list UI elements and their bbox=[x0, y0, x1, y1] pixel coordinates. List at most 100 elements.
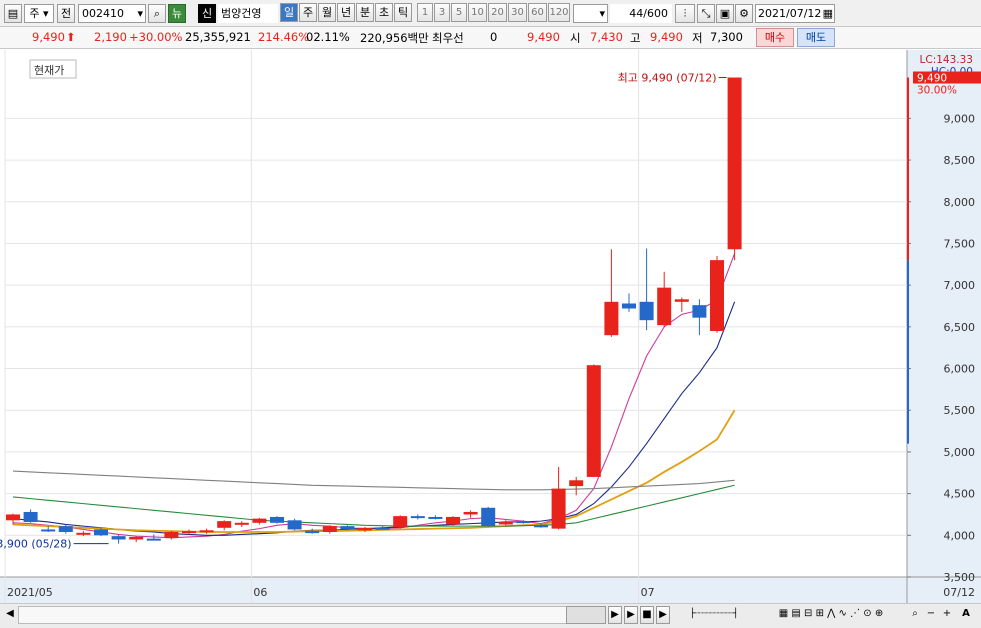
y-tick-label: 6,500 bbox=[944, 321, 976, 334]
candle-body[interactable] bbox=[586, 365, 601, 477]
interval-button-1[interactable]: 1 bbox=[417, 3, 433, 22]
lc-label: LC:143.33 bbox=[920, 54, 973, 66]
minus-icon[interactable]: − bbox=[924, 606, 938, 624]
market-mode-select[interactable]: 주 ▾ bbox=[24, 4, 54, 23]
candle-body[interactable] bbox=[551, 488, 566, 529]
high-price: 9,490 bbox=[650, 30, 683, 44]
calendar-icon[interactable]: ▦ bbox=[823, 5, 833, 22]
plus-icon[interactable]: + bbox=[940, 606, 954, 624]
candle-body[interactable] bbox=[674, 299, 689, 302]
auto-scale-icon[interactable]: A bbox=[958, 606, 974, 624]
tab-period-1[interactable]: 주 bbox=[299, 3, 317, 22]
chevron-down-icon[interactable]: ▾ bbox=[137, 5, 143, 22]
chart-type-icons[interactable]: ▦ ▤ ⊟ ⊞ ⋀ ∿ ⋰ ⊙ ⊕ bbox=[756, 606, 906, 624]
y-tick-label: 8,500 bbox=[944, 154, 976, 167]
candle-body[interactable] bbox=[428, 516, 443, 519]
candle-body[interactable] bbox=[94, 529, 108, 536]
candle-body[interactable] bbox=[287, 520, 302, 530]
candle-body[interactable] bbox=[6, 514, 20, 521]
candle-body[interactable] bbox=[217, 521, 232, 528]
candle-body[interactable] bbox=[23, 511, 38, 522]
interval-button-30[interactable]: 30 bbox=[508, 3, 527, 22]
interval-custom-select[interactable]: ▾ bbox=[573, 4, 608, 23]
candle-body[interactable] bbox=[498, 521, 513, 525]
candle-body[interactable] bbox=[41, 529, 56, 532]
interval-button-3[interactable]: 3 bbox=[434, 3, 450, 22]
tab-period-2[interactable]: 월 bbox=[318, 3, 336, 22]
candle-body[interactable] bbox=[164, 531, 179, 538]
open-price: 7,430 bbox=[590, 30, 623, 44]
interval-button-120[interactable]: 120 bbox=[548, 3, 570, 22]
candle-body[interactable] bbox=[146, 538, 161, 541]
candle-body[interactable] bbox=[129, 536, 144, 540]
zoom-out-icon[interactable]: ⌕ bbox=[908, 606, 922, 624]
tab-period-0[interactable]: 일 bbox=[280, 3, 298, 22]
search-icon[interactable]: ⌕ bbox=[148, 4, 166, 23]
scroll-left-icon[interactable]: ◀ bbox=[4, 606, 16, 624]
count-field[interactable]: 44/600 bbox=[610, 4, 672, 23]
candle-body[interactable] bbox=[358, 527, 372, 531]
x-tick-label: 2021/05 bbox=[7, 586, 53, 599]
candle-body[interactable] bbox=[569, 480, 584, 487]
stock-code-input[interactable]: 002410 ▾ bbox=[78, 4, 146, 23]
candle-body[interactable] bbox=[639, 301, 654, 321]
tab-period-6[interactable]: 틱 bbox=[394, 3, 412, 22]
candle-body[interactable] bbox=[305, 531, 320, 534]
date-input[interactable]: 2021/07/12 ▦ bbox=[755, 4, 835, 23]
credit-badge[interactable]: 신 bbox=[198, 4, 216, 23]
candlestick-chart[interactable]: 3,500 4,000 4,500 5,000 5,500 6,000 6,500 7,000… bbox=[0, 50, 981, 603]
interval-button-10[interactable]: 10 bbox=[468, 3, 487, 22]
candle-body[interactable] bbox=[692, 305, 707, 318]
speed-slider[interactable]: ├┈┈┈┈┈┈┈┤ bbox=[676, 606, 752, 624]
candle-body[interactable] bbox=[270, 516, 284, 523]
sell-button[interactable]: 매도 bbox=[797, 28, 835, 47]
candle-body[interactable] bbox=[446, 516, 460, 525]
scroll-thumb[interactable] bbox=[566, 606, 606, 624]
priority-label: 최우선 bbox=[432, 31, 464, 45]
candle-body[interactable] bbox=[111, 536, 126, 540]
buy-button[interactable]: 매수 bbox=[756, 28, 794, 47]
candle-body[interactable] bbox=[252, 518, 267, 523]
candle-body[interactable] bbox=[604, 301, 619, 336]
candle-body[interactable] bbox=[322, 526, 337, 532]
candle-body[interactable] bbox=[481, 507, 496, 527]
stock-name-field[interactable]: 범양건영 bbox=[218, 4, 278, 23]
y-tick-label: 7,500 bbox=[944, 237, 976, 250]
quote-bar: 9,490 ⬆ 2,190 +30.00% 25,355,921 214.46%… bbox=[0, 27, 981, 49]
candle-body[interactable] bbox=[76, 532, 91, 535]
chart-menu-icon[interactable]: ▤ bbox=[4, 4, 22, 23]
candle-body[interactable] bbox=[375, 527, 390, 530]
candle-body[interactable] bbox=[393, 516, 408, 527]
drawing-tool-icon[interactable]: ⤡ bbox=[697, 4, 715, 23]
horizontal-scrollbar[interactable] bbox=[18, 606, 606, 624]
interval-button-60[interactable]: 60 bbox=[528, 3, 547, 22]
candle-body[interactable] bbox=[340, 526, 355, 530]
candle-body[interactable] bbox=[234, 522, 249, 525]
tab-period-4[interactable]: 분 bbox=[356, 3, 374, 22]
candle-body[interactable] bbox=[516, 521, 531, 524]
candle-body[interactable] bbox=[463, 511, 478, 515]
candle-body[interactable] bbox=[182, 531, 196, 534]
scroll-right-icon[interactable]: ▶ bbox=[608, 606, 622, 624]
candle-body[interactable] bbox=[710, 260, 724, 332]
candle-body[interactable] bbox=[622, 303, 636, 309]
interval-button-5[interactable]: 5 bbox=[451, 3, 467, 22]
stop-icon[interactable]: ■ bbox=[640, 606, 654, 624]
candle-settings-icon[interactable]: ⫶ bbox=[675, 4, 695, 23]
prefix-button[interactable]: 전 bbox=[57, 4, 75, 23]
interval-button-20[interactable]: 20 bbox=[488, 3, 507, 22]
gear-icon[interactable]: ⚙ bbox=[735, 4, 753, 23]
candle-body[interactable] bbox=[657, 287, 672, 326]
tab-period-3[interactable]: 년 bbox=[337, 3, 355, 22]
tab-period-5[interactable]: 초 bbox=[375, 3, 393, 22]
news-badge[interactable]: 뉴 bbox=[168, 4, 186, 23]
save-icon[interactable]: ▣ bbox=[716, 4, 734, 23]
candle-body[interactable] bbox=[410, 516, 425, 519]
candle-body[interactable] bbox=[58, 526, 73, 532]
candle-body[interactable] bbox=[534, 525, 548, 528]
candle-body[interactable] bbox=[727, 77, 742, 250]
next-icon[interactable]: ▶ bbox=[656, 606, 670, 624]
play-icon[interactable]: ▶ bbox=[624, 606, 638, 624]
change-amount: 2,190 bbox=[94, 30, 127, 44]
candle-body[interactable] bbox=[199, 530, 214, 533]
